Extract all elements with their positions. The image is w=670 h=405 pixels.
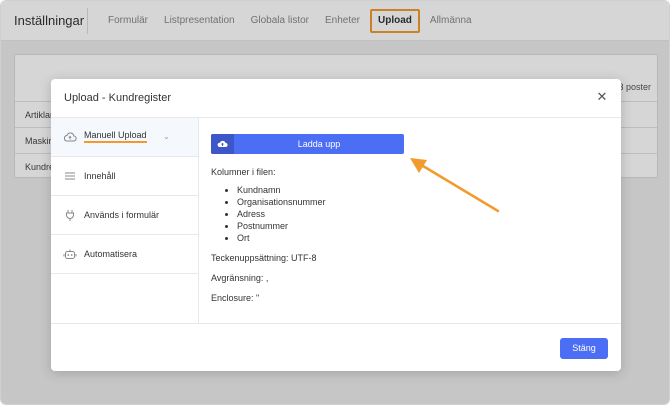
sidebar-item-automatisera[interactable]: Automatisera <box>51 235 198 274</box>
modal-header: Upload - Kundregister ✕ <box>51 79 621 118</box>
enclosure-info: Enclosure: " <box>211 293 260 303</box>
cloud-upload-icon <box>63 130 77 144</box>
encoding-info: Teckenuppsättning: UTF-8 <box>211 253 317 263</box>
delimiter-info: Avgränsning: , <box>211 273 269 283</box>
chevron-down-icon: ⌄ <box>163 132 170 141</box>
sidebar-item-innehall[interactable]: Innehåll <box>51 157 198 196</box>
close-button[interactable]: Stäng <box>560 338 608 359</box>
sidebar-item-label: Automatisera <box>84 249 138 259</box>
list-item: Kundnamn <box>237 184 326 196</box>
sidebar-item-label: Innehåll <box>84 171 116 181</box>
sidebar-item-label: Används i formulär <box>84 210 160 220</box>
upload-button[interactable]: Ladda upp <box>211 134 404 154</box>
app-window: Inställningar Formulär Listpresentation … <box>0 0 670 405</box>
columns-list: Kundnamn Organisationsnummer Adress Post… <box>237 184 326 244</box>
upload-panel: Ladda upp Kolumner i filen: Kundnamn Org… <box>211 118 609 323</box>
plug-icon <box>63 208 77 222</box>
sidebar-item-anvands-i-formular[interactable]: Används i formulär <box>51 196 198 235</box>
modal-title: Upload - Kundregister <box>64 92 172 104</box>
list-icon <box>63 169 77 183</box>
robot-icon <box>63 247 77 261</box>
modal-sidebar: Manuell Upload ⌄ Innehåll Används i form… <box>51 118 199 323</box>
list-item: Organisationsnummer <box>237 196 326 208</box>
sidebar-item-manuell-upload[interactable]: Manuell Upload ⌄ <box>51 118 198 157</box>
cloud-upload-icon <box>211 134 234 154</box>
list-item: Ort <box>237 232 326 244</box>
upload-button-label: Ladda upp <box>297 139 341 149</box>
columns-heading: Kolumner i filen: <box>211 167 276 177</box>
list-item: Adress <box>237 208 326 220</box>
modal-body: Manuell Upload ⌄ Innehåll Används i form… <box>51 118 621 323</box>
sidebar-item-label: Manuell Upload <box>84 130 147 143</box>
close-icon[interactable]: ✕ <box>595 90 609 104</box>
modal-footer: Stäng <box>51 323 621 371</box>
list-item: Postnummer <box>237 220 326 232</box>
upload-modal: Upload - Kundregister ✕ Manuell Upload ⌄… <box>51 79 621 371</box>
